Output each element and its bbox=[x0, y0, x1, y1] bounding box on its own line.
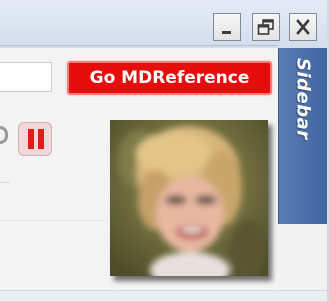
pause-button[interactable] bbox=[18, 122, 52, 156]
title-bar[interactable] bbox=[0, 0, 327, 48]
search-input[interactable] bbox=[0, 62, 52, 92]
restore-icon bbox=[257, 19, 274, 35]
divider bbox=[0, 220, 104, 221]
divider bbox=[0, 182, 10, 183]
restore-button[interactable] bbox=[252, 13, 280, 41]
play-icon[interactable] bbox=[0, 126, 8, 144]
close-button[interactable] bbox=[289, 13, 317, 41]
sidebar-panel-background bbox=[278, 224, 327, 290]
minimize-button[interactable] bbox=[213, 13, 241, 41]
minimize-icon bbox=[222, 31, 231, 34]
main-content: Go MDReference bbox=[0, 50, 278, 290]
pause-icon bbox=[28, 129, 34, 149]
user-photo bbox=[110, 120, 268, 276]
app-window: Go MDReference Sidebar bbox=[0, 0, 329, 302]
close-icon bbox=[296, 19, 310, 35]
status-bar bbox=[0, 290, 327, 301]
sidebar-tab[interactable]: Sidebar bbox=[278, 48, 327, 224]
user-photo-image bbox=[110, 120, 268, 276]
title-bar-divider bbox=[0, 45, 278, 46]
go-mdreference-button[interactable]: Go MDReference bbox=[67, 61, 272, 95]
sidebar-label: Sidebar bbox=[292, 58, 314, 140]
